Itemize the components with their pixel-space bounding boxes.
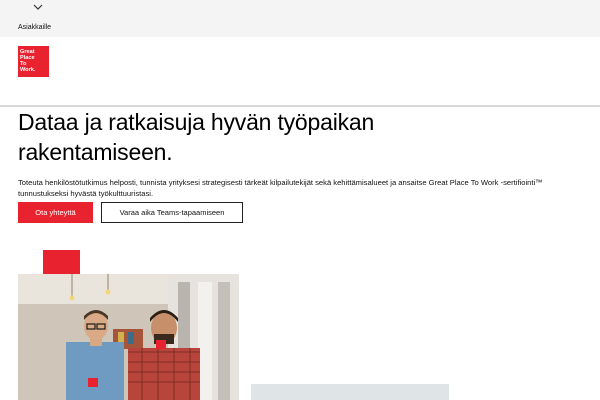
book-teams-meeting-button[interactable]: Varaa aika Teams-tapaamiseen bbox=[101, 202, 243, 223]
hero-description: Toteuta henkilöstötutkimus helposti, tun… bbox=[18, 178, 543, 198]
hero-photo bbox=[18, 274, 239, 400]
site-header: Great Place To Work. bbox=[0, 37, 600, 107]
contact-button[interactable]: Ota yhteyttä bbox=[18, 202, 93, 223]
hero-title: Dataa ja ratkaisuja hyvän työpaikan rake… bbox=[18, 109, 375, 165]
decorative-red-block bbox=[43, 250, 80, 274]
great-place-to-work-logo[interactable]: Great Place To Work. bbox=[18, 46, 49, 77]
audience-menu-link[interactable]: Asiakkaille bbox=[18, 24, 51, 31]
top-utility-bar: Asiakkaille bbox=[0, 0, 600, 37]
decorative-gray-block bbox=[251, 384, 449, 400]
chevron-down-icon[interactable] bbox=[33, 3, 43, 11]
